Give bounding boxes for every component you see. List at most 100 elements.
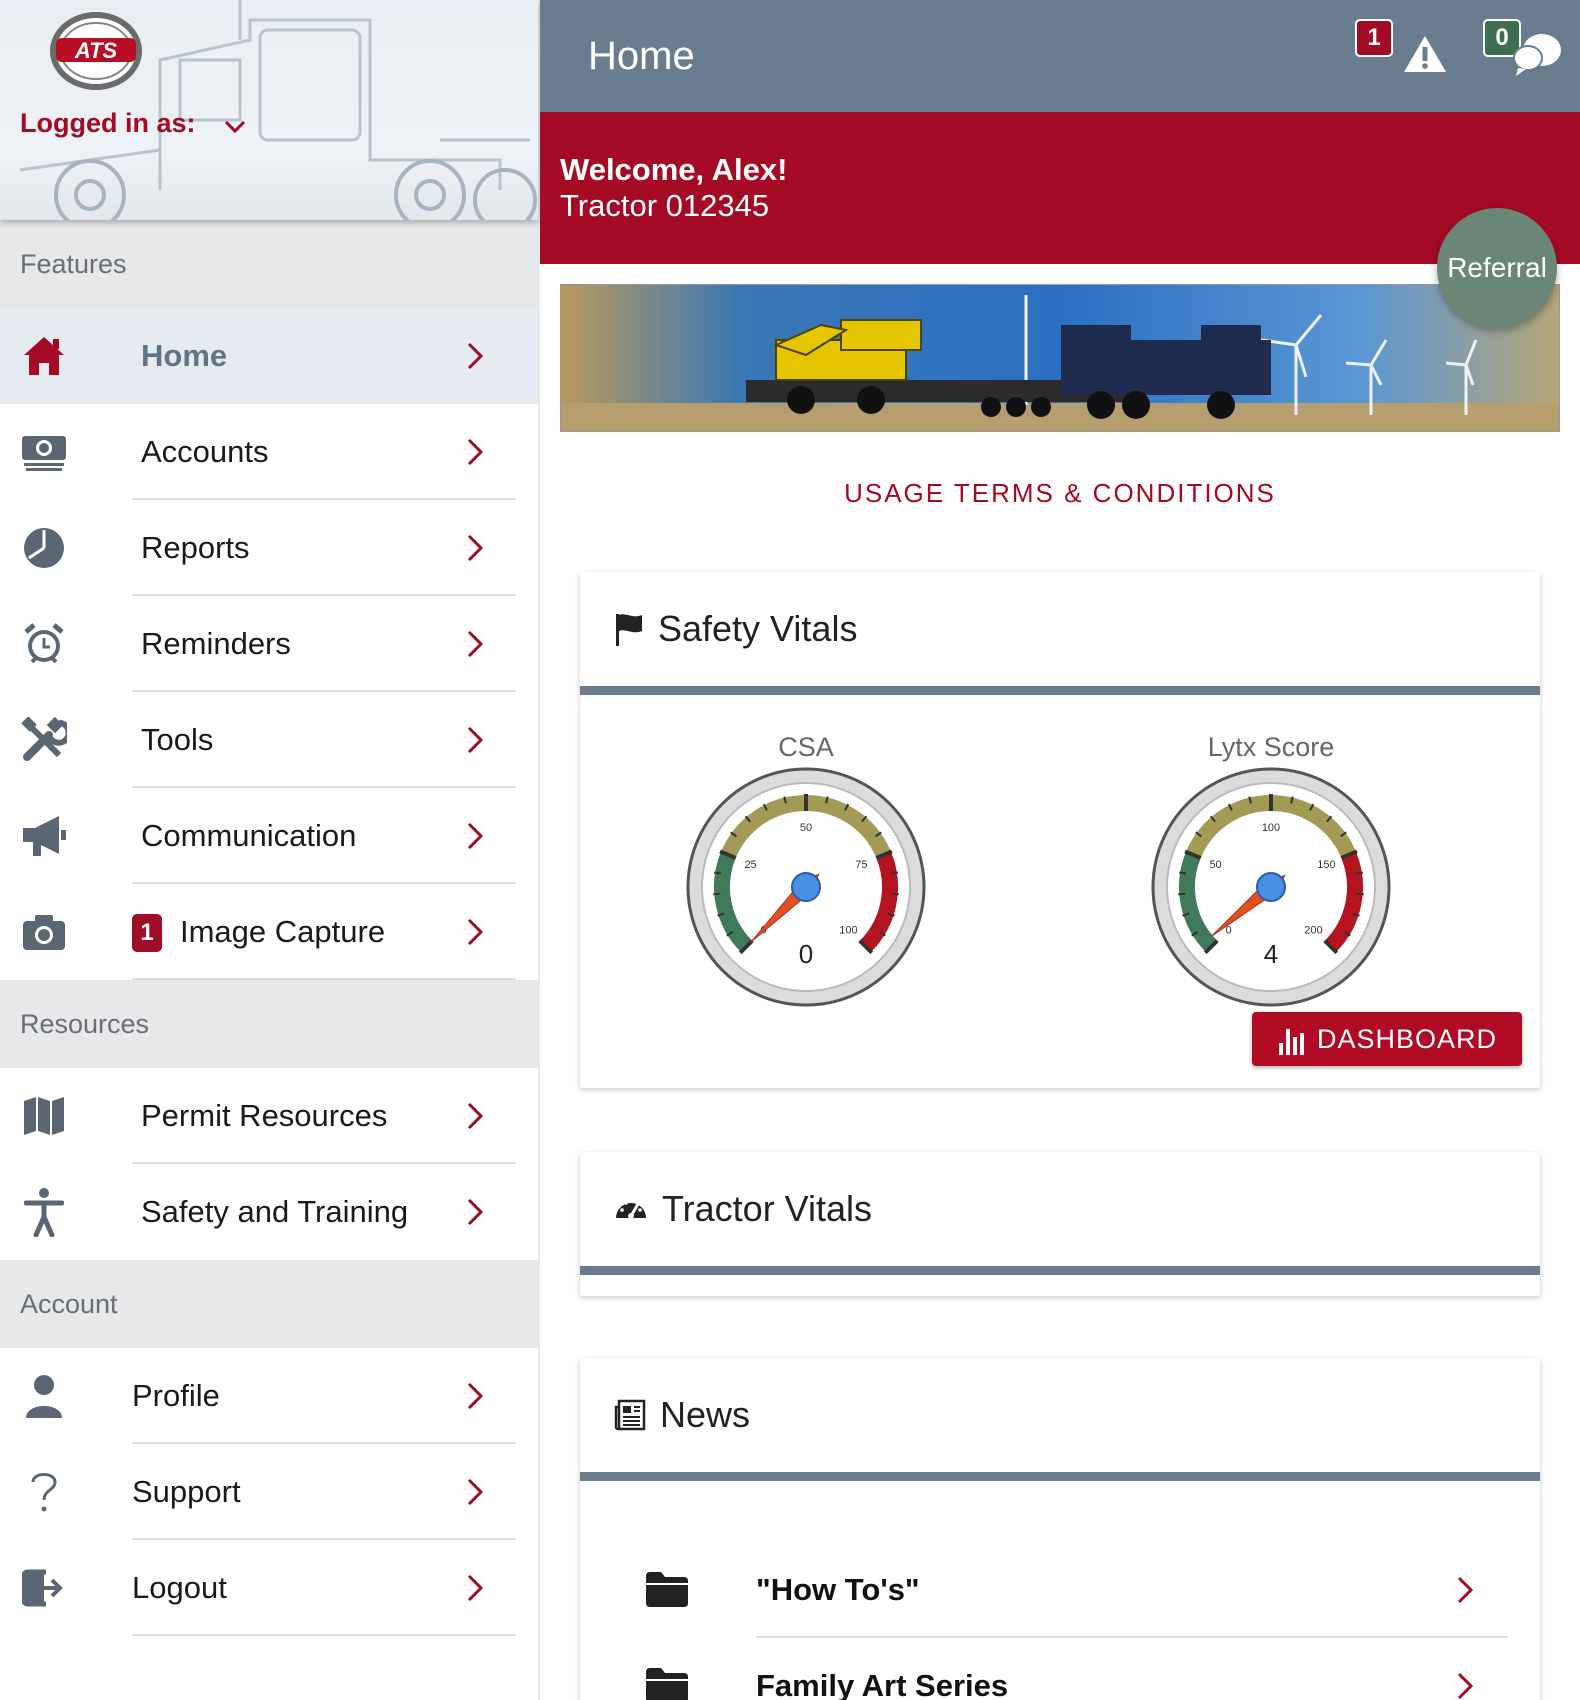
sidebar-item-reminders[interactable]: Reminders (0, 596, 538, 692)
news-item-family-art-series[interactable]: Family Art Series (580, 1638, 1540, 1700)
card-divider (580, 686, 1540, 695)
gauge-tick (1355, 871, 1364, 875)
chevron-right-icon (467, 726, 484, 754)
page-title: Home (588, 34, 695, 78)
top-bar: Home 1 0 (540, 0, 1580, 112)
card-header: News (580, 1358, 1540, 1472)
map-icon (20, 1092, 68, 1140)
warning-icon[interactable] (1402, 34, 1448, 74)
sidebar-item-label: Image Capture (180, 914, 386, 949)
csa-gauge-dial: 02550751000 (686, 767, 926, 1007)
lytx-gauge-dial: 0501001502004 (1151, 767, 1391, 1007)
home-icon (20, 332, 68, 380)
camera-icon (20, 908, 68, 956)
hero-image (560, 284, 1560, 432)
logged-in-dropdown[interactable]: Logged in as: (20, 108, 246, 139)
card-divider (580, 1266, 1540, 1275)
sidebar-item-logout[interactable]: Logout (0, 1540, 538, 1636)
gauge-tick-label: 100 (1262, 822, 1280, 834)
sidebar-item-home[interactable]: Home (0, 308, 538, 404)
money-icon (20, 428, 68, 476)
safety-vitals-card: Safety Vitals CSA 02550751000 Lytx Score… (580, 572, 1540, 1088)
referral-button[interactable]: Referral (1437, 208, 1557, 328)
gauge-label: Lytx Score (1207, 732, 1335, 762)
dashboard-button[interactable]: DASHBOARD (1252, 1012, 1522, 1066)
alarm-clock-icon (20, 620, 68, 668)
sidebar-item-label: Tools (141, 722, 214, 757)
sidebar-item-communication[interactable]: Communication (0, 788, 538, 884)
chevron-right-icon (467, 1198, 484, 1226)
folder-icon (646, 1572, 688, 1607)
chevron-right-icon (467, 342, 484, 370)
gauge-tick (1356, 892, 1364, 896)
chat-bubble-icon[interactable] (1512, 30, 1562, 76)
usage-terms-link[interactable]: USAGE TERMS & CONDITIONS (560, 478, 1560, 509)
image-capture-badge: 1 (132, 914, 162, 952)
card-title: Tractor Vitals (662, 1188, 873, 1229)
tractor-number: Tractor 012345 (560, 188, 770, 223)
gauge-tick-label: 150 (1317, 859, 1335, 871)
sidebar-item-permit-resources[interactable]: Permit Resources (0, 1068, 538, 1164)
logo-text: ATS (74, 38, 118, 63)
sidebar-item-label: Profile (132, 1378, 220, 1413)
sidebar-item-label: Reports (141, 530, 250, 565)
welcome-greeting: Welcome, Alex! (560, 152, 788, 187)
gauge-tick-label: 50 (800, 822, 812, 834)
chevron-right-icon (1457, 1672, 1474, 1700)
bar-chart-icon (1278, 1029, 1304, 1055)
divider (132, 978, 516, 980)
sidebar-item-label: Support (132, 1474, 241, 1509)
gauge-value: 4 (1264, 939, 1278, 969)
person-icon (20, 1188, 68, 1237)
news-item-label: Family Art Series (756, 1668, 1009, 1700)
sidebar-item-reports[interactable]: Reports (0, 500, 538, 596)
sidebar-item-label: Safety and Training (141, 1194, 409, 1229)
tractor-vitals-card: Tractor Vitals (580, 1152, 1540, 1296)
sidebar-item-tools[interactable]: Tools (0, 692, 538, 788)
sidebar-item-label: Communication (141, 818, 357, 853)
gauge-tick-label: 75 (855, 859, 867, 871)
section-resources: Resources (0, 980, 538, 1068)
gauge-tick-label: 50 (1209, 859, 1221, 871)
sidebar-item-support[interactable]: Support (0, 1444, 538, 1540)
gauge-hub (1256, 872, 1286, 902)
sidebar-item-label: Accounts (141, 434, 269, 469)
sidebar-item-accounts[interactable]: Accounts (0, 404, 538, 500)
section-features: Features (0, 220, 538, 308)
sidebar: ATS Logged in as: Features Home Accounts… (0, 0, 540, 1700)
sidebar-item-profile[interactable]: Profile (0, 1348, 538, 1444)
sidebar-item-safety-training[interactable]: Safety and Training (0, 1164, 538, 1260)
gauge-tick (1178, 892, 1186, 896)
question-icon (20, 1468, 68, 1516)
gauge-tick (713, 871, 722, 875)
lytx-score-gauge: Lytx Score 0 50 100 150 200 4 (1151, 732, 1391, 1012)
gauge-tick (891, 892, 899, 896)
chevron-right-icon (467, 630, 484, 658)
sidebar-item-label: Reminders (141, 626, 291, 661)
gauge-label: CSA (778, 732, 834, 762)
pie-chart-icon (20, 524, 68, 572)
newspaper-icon (614, 1399, 646, 1431)
chevron-right-icon (467, 1382, 484, 1410)
card-header: Tractor Vitals (580, 1152, 1540, 1266)
card-title: Safety Vitals (658, 608, 858, 649)
chevron-right-icon (467, 534, 484, 562)
sidebar-item-image-capture[interactable]: 1 Image Capture (0, 884, 538, 980)
sidebar-item-label: Logout (132, 1570, 227, 1605)
folder-icon (646, 1668, 688, 1700)
gauge-tick (713, 892, 721, 896)
user-icon (20, 1372, 68, 1420)
chevron-right-icon (1457, 1576, 1474, 1604)
gauge-tick-label: 25 (744, 859, 756, 871)
dashboard-label: DASHBOARD (1316, 1023, 1498, 1054)
sidebar-header: ATS Logged in as: (0, 0, 538, 220)
speedometer-icon (616, 1201, 646, 1219)
sidebar-item-label: Permit Resources (141, 1098, 388, 1133)
chevron-right-icon (467, 1574, 484, 1602)
news-item-how-tos[interactable]: "How To's" (580, 1542, 1540, 1638)
alert-count-badge: 1 (1355, 19, 1393, 57)
logout-icon (20, 1564, 68, 1612)
news-item-label: "How To's" (756, 1572, 920, 1607)
logged-in-label: Logged in as: (20, 108, 196, 138)
ats-logo: ATS (50, 12, 142, 90)
